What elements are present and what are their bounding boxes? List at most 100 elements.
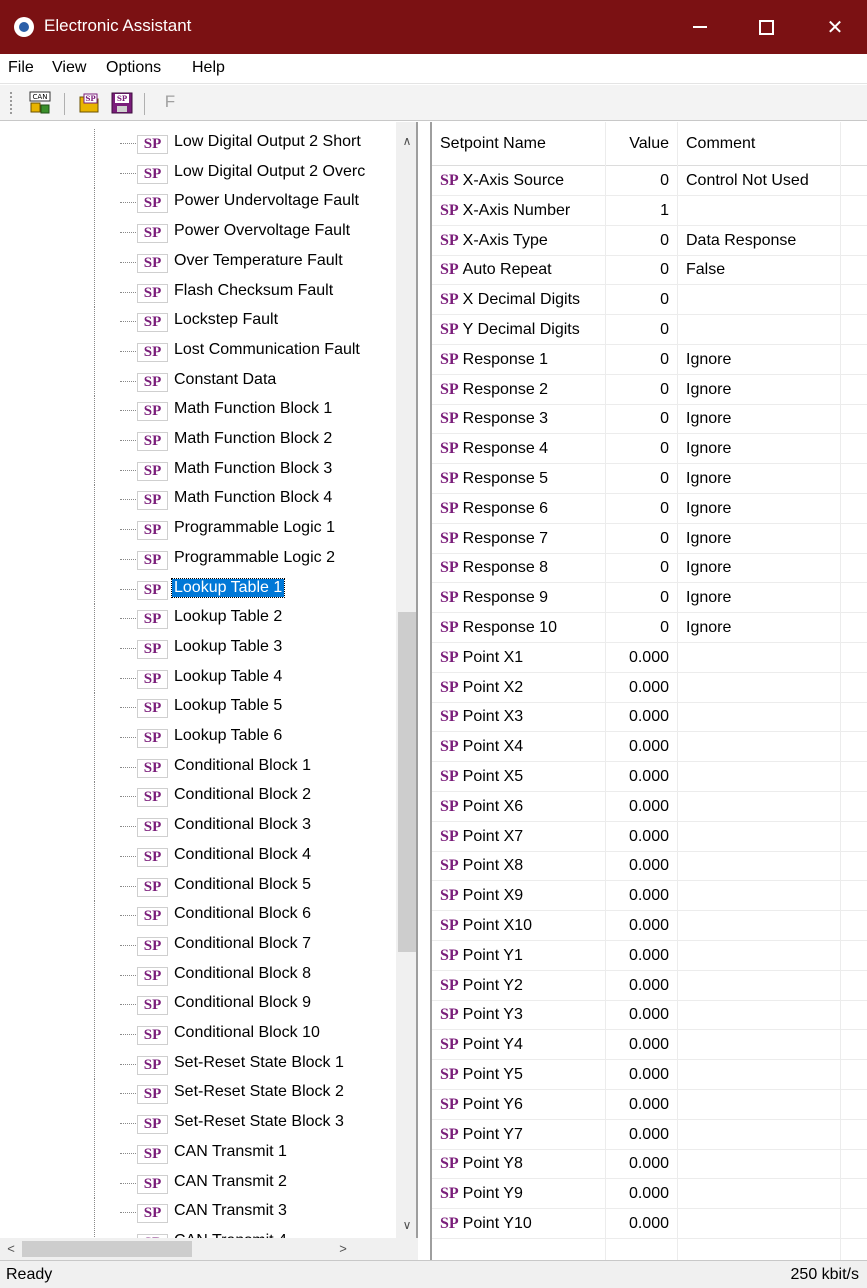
grid-row[interactable]: SP Point X2 0.000 [432,672,867,703]
setpoint-comment-cell[interactable]: Ignore [678,523,841,554]
grid-row[interactable]: SP Point Y9 0.000 [432,1179,867,1210]
grid-row[interactable]: SP Point X4 0.000 [432,732,867,763]
open-setpoint-file-icon[interactable]: SP [78,91,102,115]
setpoint-comment-cell[interactable] [678,1030,841,1061]
grid-row[interactable]: SP Auto Repeat 0 False [432,255,867,286]
scroll-thumb-horizontal[interactable] [22,1241,192,1257]
grid-row[interactable]: SP Response 6 0 Ignore [432,493,867,524]
tree-item[interactable]: SP Math Function Block 2 [0,426,396,455]
tree-item[interactable]: SP Lost Communication Fault [0,336,396,366]
setpoint-value-cell[interactable]: 0 [606,225,678,256]
tree-item[interactable]: SP Math Function Block 3 [0,455,396,485]
setpoint-value-cell[interactable]: 0.000 [606,851,678,882]
tree-item[interactable]: SP CAN Transmit 1 [0,1138,396,1168]
setpoint-name-cell[interactable]: SP Response 5 [432,464,606,494]
setpoint-value-cell[interactable]: 1 [606,195,678,226]
tree-item[interactable]: SP Math Function Block 1 [0,396,396,426]
grid-row[interactable]: SP Point Y3 0.000 [432,1000,867,1031]
setpoint-value-cell[interactable]: 0 [606,166,678,196]
setpoint-name-cell[interactable]: SP Response 1 [432,344,606,375]
tree-item[interactable]: SP CAN Transmit 3 [0,1198,396,1228]
setpoint-value-cell[interactable]: 0.000 [606,821,678,852]
setpoint-name-cell[interactable]: SP X-Axis Number [432,195,606,226]
setpoint-name-cell[interactable]: SP Y Decimal Digits [432,315,606,345]
setpoint-comment-cell[interactable] [678,1060,841,1090]
setpoint-comment-cell[interactable] [678,1179,841,1210]
setpoint-name-cell[interactable]: SP Auto Repeat [432,255,606,286]
setpoint-comment-cell[interactable]: Ignore [678,613,841,643]
tree-item[interactable]: SP Conditional Block 4 [0,841,396,871]
tree-item[interactable]: SP Lookup Table 6 [0,723,396,752]
scroll-thumb[interactable] [398,612,416,952]
setpoint-comment-cell[interactable] [678,762,841,792]
setpoint-name-cell[interactable]: SP Point X2 [432,672,606,703]
setpoint-comment-cell[interactable] [678,970,841,1001]
setpoint-value-cell[interactable]: 0.000 [606,1149,678,1180]
setpoint-value-cell[interactable]: 0.000 [606,1030,678,1061]
toolbar-grip[interactable] [10,92,13,114]
setpoint-comment-cell[interactable]: Control Not Used [678,166,841,196]
grid-row[interactable]: SP Point X10 0.000 [432,911,867,941]
grid-row[interactable]: SP Response 4 0 Ignore [432,434,867,465]
scroll-left-icon[interactable]: < [0,1238,22,1260]
setpoint-comment-cell[interactable]: Ignore [678,583,841,614]
tree-item[interactable]: SP Set-Reset State Block 1 [0,1049,396,1079]
setpoint-comment-cell[interactable] [678,940,841,971]
setpoint-name-cell[interactable]: SP Point X5 [432,762,606,792]
tree-item[interactable]: SP Lookup Table 5 [0,693,396,723]
setpoint-name-cell[interactable]: SP Point Y4 [432,1030,606,1061]
flash-button[interactable]: F [160,92,180,116]
grid-row[interactable]: SP X-Axis Number 1 [432,195,867,226]
tree-item[interactable]: SP Low Digital Output 2 Overc [0,158,396,188]
tree-horizontal-scrollbar[interactable]: < > [0,1238,418,1260]
setpoint-comment-cell[interactable] [678,195,841,226]
grid-row[interactable]: SP Point X7 0.000 [432,821,867,852]
setpoint-comment-cell[interactable] [678,911,841,941]
tree-item[interactable]: SP Conditional Block 1 [0,752,396,782]
tree-item[interactable]: SP Conditional Block 10 [0,1020,396,1049]
setpoint-comment-cell[interactable] [678,732,841,763]
setpoint-value-cell[interactable]: 0 [606,553,678,584]
setpoint-comment-cell[interactable] [678,851,841,882]
setpoint-comment-cell[interactable]: Ignore [678,553,841,584]
setpoint-comment-cell[interactable] [678,672,841,703]
menu-view[interactable]: View [52,59,86,77]
grid-row[interactable]: SP Point X1 0.000 [432,642,867,673]
setpoint-name-cell[interactable]: SP Point X7 [432,821,606,852]
setpoint-value-cell[interactable]: 0 [606,255,678,286]
grid-row[interactable]: SP Point Y5 0.000 [432,1060,867,1090]
maximize-button[interactable] [737,0,795,54]
grid-row[interactable]: SP Response 1 0 Ignore [432,344,867,375]
tree-item[interactable]: SP Conditional Block 2 [0,782,396,812]
setpoint-name-cell[interactable]: SP Response 9 [432,583,606,614]
setpoint-value-cell[interactable]: 0 [606,464,678,494]
grid-row[interactable]: SP Response 9 0 Ignore [432,583,867,614]
setpoint-name-cell[interactable]: SP Response 10 [432,613,606,643]
grid-row[interactable]: SP Response 8 0 Ignore [432,553,867,584]
setpoint-name-cell[interactable]: SP Point Y1 [432,940,606,971]
tree-item[interactable]: SP Conditional Block 5 [0,871,396,901]
setpoint-value-cell[interactable]: 0.000 [606,1089,678,1120]
setpoint-name-cell[interactable]: SP Point Y5 [432,1060,606,1090]
column-header-name[interactable]: Setpoint Name [432,122,606,166]
scroll-up-icon[interactable]: ∧ [396,130,416,152]
minimize-button[interactable] [671,0,729,54]
tree-item[interactable]: SP Set-Reset State Block 2 [0,1079,396,1109]
setpoint-value-cell[interactable]: 0.000 [606,1060,678,1090]
setpoint-comment-cell[interactable] [678,702,841,733]
setpoint-name-cell[interactable]: SP Point X1 [432,642,606,673]
grid-row[interactable]: SP Response 10 0 Ignore [432,613,867,643]
setpoint-name-cell[interactable]: SP Point Y3 [432,1000,606,1031]
setpoint-value-cell[interactable]: 0 [606,493,678,524]
tree-item[interactable]: SP Math Function Block 4 [0,485,396,515]
tree-item[interactable]: SP Conditional Block 9 [0,990,396,1020]
setpoint-comment-cell[interactable]: Ignore [678,404,841,435]
grid-row[interactable]: SP Point Y2 0.000 [432,970,867,1001]
setpoint-value-cell[interactable]: 0.000 [606,1179,678,1210]
setpoint-comment-cell[interactable] [678,1000,841,1031]
grid-row[interactable]: SP X Decimal Digits 0 [432,285,867,316]
setpoint-name-cell[interactable]: SP Point X4 [432,732,606,763]
setpoint-value-cell[interactable]: 0.000 [606,911,678,941]
setpoint-value-cell[interactable]: 0.000 [606,881,678,912]
setpoint-comment-cell[interactable] [678,642,841,673]
